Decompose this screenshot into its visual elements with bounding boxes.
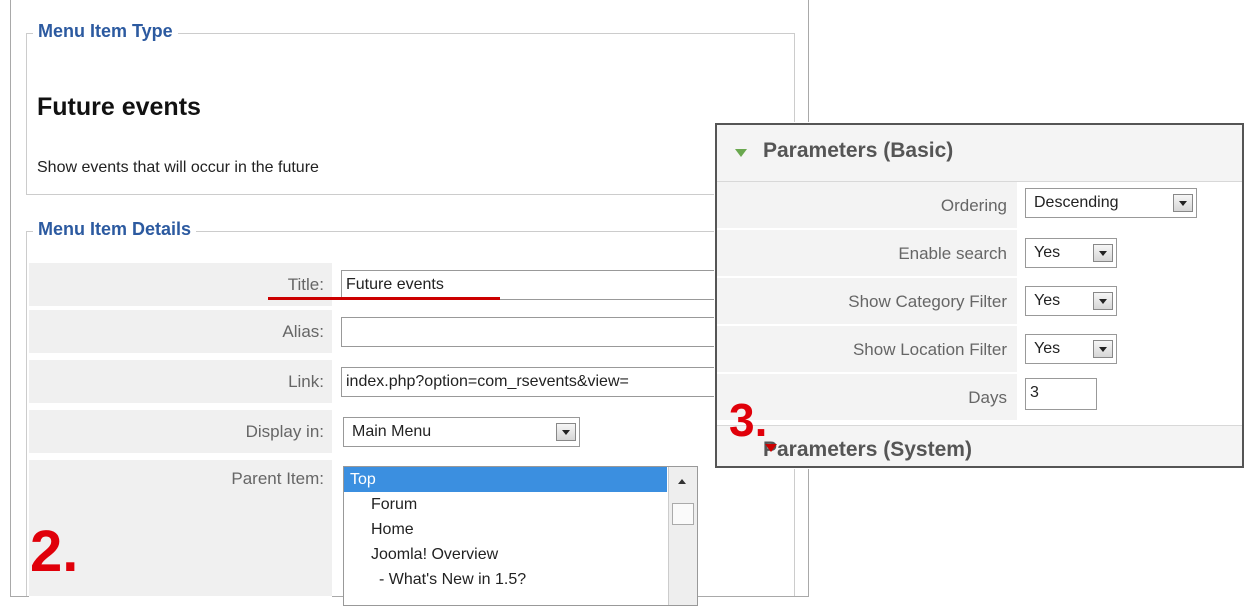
chevron-down-icon[interactable] <box>1173 194 1193 212</box>
alias-row: Alias: <box>29 310 809 356</box>
display-in-row: Display in: Main Menu <box>29 410 809 456</box>
location-filter-value: Yes <box>1034 340 1061 357</box>
list-item[interactable]: Forum <box>344 492 697 517</box>
scroll-thumb[interactable] <box>672 503 694 525</box>
scroll-up-icon[interactable] <box>669 467 697 497</box>
ordering-select[interactable]: Descending <box>1025 188 1197 218</box>
location-filter-row: Show Location Filter Yes <box>717 326 1242 374</box>
enable-search-label: Enable search <box>717 230 1017 277</box>
chevron-down-icon[interactable] <box>1093 292 1113 310</box>
chevron-down-icon[interactable] <box>556 423 576 441</box>
location-filter-select[interactable]: Yes <box>1025 334 1117 364</box>
display-in-label: Display in: <box>29 410 332 454</box>
chevron-down-icon[interactable] <box>1093 244 1113 262</box>
ordering-value: Descending <box>1034 194 1119 211</box>
list-item[interactable]: Home <box>344 517 697 542</box>
days-input[interactable]: 3 <box>1025 378 1097 410</box>
ordering-row: Ordering Descending <box>717 182 1242 230</box>
display-in-select[interactable]: Main Menu <box>343 417 580 447</box>
enable-search-value: Yes <box>1034 244 1061 261</box>
parameters-system-header[interactable]: Parameters (System) <box>717 425 1242 466</box>
expand-triangle-icon <box>735 149 747 157</box>
listbox-scrollbar[interactable] <box>668 467 697 605</box>
list-item[interactable]: Top <box>344 467 667 492</box>
ordering-label: Ordering <box>717 182 1017 229</box>
list-item[interactable]: Joomla! Overview <box>344 542 697 567</box>
enable-search-select[interactable]: Yes <box>1025 238 1117 268</box>
list-item[interactable]: - What's New in 1.5? <box>344 567 697 592</box>
parameters-system-title: Parameters (System) <box>763 438 972 461</box>
category-filter-value: Yes <box>1034 292 1061 309</box>
category-filter-label: Show Category Filter <box>717 278 1017 325</box>
days-row: Days 3 <box>717 374 1242 422</box>
title-underline-annotation <box>268 297 500 300</box>
menu-item-type-title: Future events <box>37 93 201 121</box>
display-in-value: Main Menu <box>352 423 432 440</box>
collapse-triangle-icon <box>765 444 777 452</box>
category-filter-row: Show Category Filter Yes <box>717 278 1242 326</box>
parameters-basic-header[interactable]: Parameters (Basic) <box>717 125 1242 182</box>
location-filter-label: Show Location Filter <box>717 326 1017 373</box>
title-row: Title: Future events <box>29 263 809 309</box>
parameters-panel: Parameters (Basic) Ordering Descending E… <box>715 123 1244 468</box>
enable-search-row: Enable search Yes <box>717 230 1242 278</box>
menu-item-details-legend: Menu Item Details <box>33 219 197 240</box>
chevron-down-icon[interactable] <box>1093 340 1113 358</box>
menu-item-type-description: Show events that will occur in the futur… <box>37 159 319 176</box>
alias-label: Alias: <box>29 310 332 354</box>
parameters-basic-title: Parameters (Basic) <box>763 139 954 162</box>
link-label: Link: <box>29 360 332 404</box>
parent-item-listbox[interactable]: Top Forum Home Joomla! Overview - What's… <box>343 466 698 606</box>
step-3-annotation: 3. <box>729 394 768 446</box>
title-label: Title: <box>29 263 332 307</box>
menu-item-type-legend: Menu Item Type <box>33 21 178 42</box>
link-row: Link: index.php?option=com_rsevents&view… <box>29 360 809 406</box>
menu-item-type-fieldset: Menu Item Type Future events Show events… <box>26 21 795 195</box>
step-2-annotation: 2. <box>30 519 79 584</box>
category-filter-select[interactable]: Yes <box>1025 286 1117 316</box>
